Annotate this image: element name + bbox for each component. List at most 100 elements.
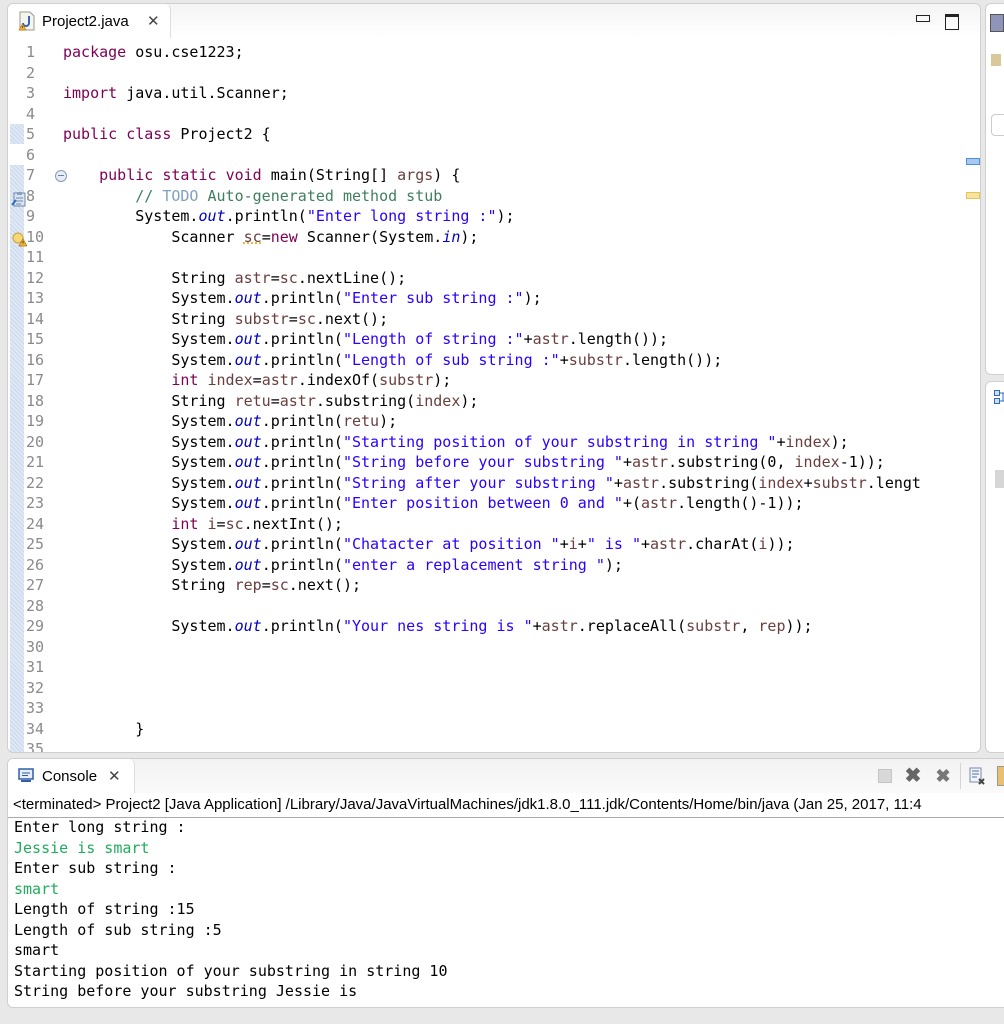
console-output-line: Starting position of your substring in s… [14,961,448,980]
line-number: 4 [26,104,36,123]
remove-all-terminated-button[interactable]: ✖ [932,765,954,787]
toolbar-separator [960,763,961,789]
console-panel: Console ✕ ✖ ✖ <terminated> Project2 [Jav… [7,758,1004,1008]
line-number: 13 [26,289,45,307]
code-text: System.out.println("Enter sub string :")… [63,289,542,307]
right-side-panels [985,3,1004,753]
line-number: 25 [26,535,45,553]
line-number: 8 [26,186,36,205]
code-text: String rep=sc.next(); [63,576,362,594]
scroll-lock-button[interactable] [992,765,1004,787]
remove-launch-button[interactable]: ✖ [902,765,924,787]
line-number: 28 [26,596,45,615]
minimize-icon[interactable] [916,15,930,22]
line-number: 33 [26,699,45,717]
console-process-header: <terminated> Project2 [Java Application]… [8,793,1004,818]
code-text: System.out.println(retu); [63,412,398,430]
line-number: 35 [26,740,45,753]
stop-icon [878,769,892,783]
close-icon[interactable]: ✕ [147,12,160,30]
panel-icon [991,54,1001,66]
line-number: 30 [26,637,45,656]
line-number: 32 [26,678,45,697]
task-icon [11,192,26,207]
line-number: 6 [26,145,36,164]
panel-field[interactable] [991,114,1004,136]
range-indicator [10,124,24,144]
code-text: package osu.cse1223; [63,43,244,61]
line-number: 31 [26,658,45,676]
line-number: 1 [26,43,36,61]
hierarchy-icon[interactable] [994,390,1004,404]
line-number: 34 [26,719,45,738]
code-text: public static void main(String[] args) { [99,166,461,184]
line-number: 26 [26,555,45,574]
warning-icon [12,232,27,247]
console-output-line: Enter sub string : [14,859,177,877]
code-text: import java.util.Scanner; [63,84,289,102]
java-file-icon [18,11,35,31]
code-text: Scanner sc=new Scanner(System.in); [63,227,479,246]
code-text: System.out.println("Length of string :"+… [63,330,669,348]
line-number: 19 [26,412,45,430]
outline-panel [985,3,1004,375]
remove-all-icon: ✖ [935,766,951,786]
editor-panel: Project2.java ✕ 1 package osu.cse1223; 2 3 i… [7,3,981,753]
console-icon [18,768,34,782]
line-number: 11 [26,248,45,266]
line-number: 21 [26,453,45,471]
line-number: 2 [26,63,36,82]
editor-tab-project2[interactable]: Project2.java ✕ [8,4,171,38]
line-number: 18 [26,391,45,410]
code-text: System.out.println("Enter long string :"… [63,207,515,225]
line-number: 12 [26,268,45,287]
code-editor[interactable]: 1 package osu.cse1223; 2 3 import java.util.… [8,40,980,752]
line-number: 5 [26,125,36,143]
console-output-line: Length of sub string :5 [14,920,222,939]
line-number: 29 [26,617,45,635]
line-number: 23 [26,494,45,512]
line-number: 7 [26,166,36,184]
console-tab[interactable]: Console ✕ [8,759,135,793]
terminate-button[interactable] [874,765,896,787]
code-text: System.out.println("Chatacter at positio… [63,535,795,553]
console-output-line: String before your substring Jessie is [14,982,358,1000]
line-number: 15 [26,330,45,348]
range-indicator [10,165,24,752]
fold-collapse-icon[interactable] [55,170,67,182]
scroll-lock-icon [997,766,1004,786]
code-text: System.out.println("String after your su… [63,473,921,492]
clear-console-button[interactable] [966,765,988,787]
task-overview-marker[interactable] [966,158,980,165]
maximize-icon[interactable] [945,14,959,30]
line-number: 17 [26,371,45,389]
console-input-line: smart [14,879,60,898]
code-text: // TODO Auto-generated method stub [135,186,443,205]
console-tab-bar: Console ✕ ✖ ✖ [8,759,1004,793]
line-number: 27 [26,576,45,594]
line-number: 24 [26,514,45,533]
code-text: int index=astr.indexOf(substr); [171,371,452,389]
code-text: System.out.println("Enter position betwe… [63,494,804,512]
view-menu-icon[interactable] [995,470,1004,488]
line-number: 14 [26,309,45,328]
line-number: 22 [26,473,45,492]
line-number: 9 [26,207,36,225]
console-output-line: smart [14,941,60,959]
editor-tab-label: Project2.java [42,13,129,30]
console-input-line: Jessie is smart [14,838,150,857]
code-text: System.out.println("Starting position of… [63,432,849,451]
code-text: String substr=sc.next(); [63,309,389,328]
line-number: 10 [26,227,45,246]
code-text: System.out.println("Your nes string is "… [63,617,813,635]
close-icon[interactable]: ✕ [108,767,121,785]
line-number: 3 [26,84,36,102]
outline-view-icon[interactable] [990,14,1004,32]
line-number: 16 [26,350,45,369]
warning-overview-marker[interactable] [966,192,980,199]
clear-console-icon [969,767,985,785]
code-text: } [63,719,145,738]
code-text: public class Project2 { [63,125,271,143]
code-text: int i=sc.nextInt(); [171,514,343,533]
console-tab-label: Console [42,768,98,785]
